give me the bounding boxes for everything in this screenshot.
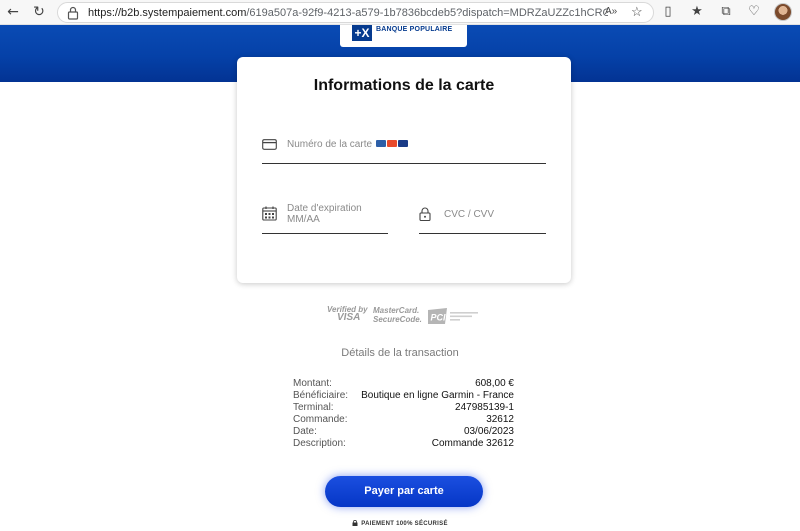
expiry-placeholder-format: MM/AA [287, 214, 320, 225]
card-form-title: Informations de la carte [313, 77, 495, 94]
cvc-placeholder: CVC / CVV [444, 209, 495, 220]
expiry-placeholder-label: Date d'expiration [287, 203, 362, 214]
url-path: /619a507a-92f9-4213-a579-1b7836bcdeb5?di… [246, 7, 608, 19]
secure-lock-icon [352, 520, 358, 526]
mastercard-icon [387, 140, 397, 147]
bank-logo: +X BANQUE POPULAIRE [340, 25, 467, 47]
transaction-details-heading: Détails de la transaction [341, 347, 459, 359]
verified-by-visa-logo: Verified by VISA [327, 306, 368, 323]
transaction-row-beneficiary: Bénéficiaire: Boutique en ligne Garmin - … [293, 390, 514, 402]
securecode-text: SecureCode. [373, 315, 422, 324]
transaction-value: 03/06/2023 [463, 426, 514, 437]
browser-toolbar: ← ↻ https://b2b.systempaiement.com/619a5… [0, 0, 800, 25]
transaction-value: Commande 32612 [431, 438, 514, 449]
bank-name: BANQUE POPULAIRE [376, 26, 453, 33]
pci-text: PCI [431, 313, 447, 323]
transaction-row-amount: Montant: 608,00 € [293, 378, 514, 390]
url-host: https://b2b.systempaiement.com [88, 7, 247, 19]
favorite-star-icon[interactable]: ☆ [631, 4, 643, 20]
mastercard-securecode-logo: MasterCard. SecureCode. [373, 306, 422, 324]
url-text[interactable]: https://b2b.systempaiement.com/619a507a-… [88, 6, 608, 20]
amex-icon [376, 140, 386, 147]
transaction-label: Terminal: [293, 402, 334, 413]
transaction-label: Description: [293, 438, 346, 449]
card-brands [376, 140, 409, 147]
transaction-value: 32612 [486, 414, 514, 425]
mastercard-text: MasterCard. [373, 306, 420, 315]
back-arrow-icon[interactable]: ← [4, 3, 22, 21]
transaction-details: Montant: 608,00 € Bénéficiaire: Boutique e… [293, 378, 514, 450]
credit-card-icon [262, 139, 277, 150]
transaction-label: Montant: [293, 378, 332, 389]
extensions-icon[interactable]: ▯ [660, 4, 676, 20]
cvc-field[interactable]: CVC / CVV [419, 197, 546, 234]
card-number-field[interactable]: Numéro de la carte [262, 132, 546, 164]
visa-icon [398, 140, 408, 147]
transaction-value: Boutique en ligne Garmin - France [361, 390, 514, 401]
secure-payment-note: PAIEMENT 100% SÉCURISÉ [0, 520, 800, 527]
read-aloud-icon[interactable]: A» [605, 6, 617, 17]
secure-payment-text: PAIEMENT 100% SÉCURISÉ [361, 521, 448, 527]
transaction-label: Commande: [293, 414, 348, 425]
pay-by-card-button[interactable]: Payer par carte [325, 476, 483, 507]
transaction-row-date: Date: 03/06/2023 [293, 426, 514, 438]
transaction-value: 247985139-1 [455, 402, 514, 413]
trust-badges: Verified by VISA MasterCard. SecureCode.… [326, 305, 482, 327]
transaction-label: Date: [293, 426, 317, 437]
card-form: Informations de la carte Numéro de la ca… [237, 57, 571, 283]
transaction-row-description: Description: Commande 32612 [293, 438, 514, 450]
profile-avatar[interactable] [774, 3, 792, 21]
collections-icon[interactable]: ⧉ [718, 4, 734, 20]
calendar-icon [262, 206, 277, 221]
visa-text: VISA [337, 312, 361, 323]
favorites-icon[interactable]: ★ [689, 4, 705, 20]
bank-logo-mark: +X [352, 25, 372, 41]
browser-essentials-icon[interactable]: ♡ [746, 4, 762, 20]
transaction-row-terminal: Terminal: 247985139-1 [293, 402, 514, 414]
transaction-label: Bénéficiaire: [293, 390, 349, 401]
padlock-icon [419, 207, 431, 221]
expiry-date-field[interactable]: Date d'expiration MM/AA [262, 197, 388, 234]
lock-icon[interactable] [67, 6, 79, 20]
transaction-row-order: Commande: 32612 [293, 414, 514, 426]
card-number-placeholder: Numéro de la carte [287, 139, 373, 150]
reload-icon[interactable]: ↻ [30, 3, 48, 21]
address-bar[interactable]: https://b2b.systempaiement.com/619a507a-… [57, 2, 654, 23]
pci-dss-logo: PCI [428, 308, 478, 324]
transaction-value: 608,00 € [475, 378, 514, 389]
